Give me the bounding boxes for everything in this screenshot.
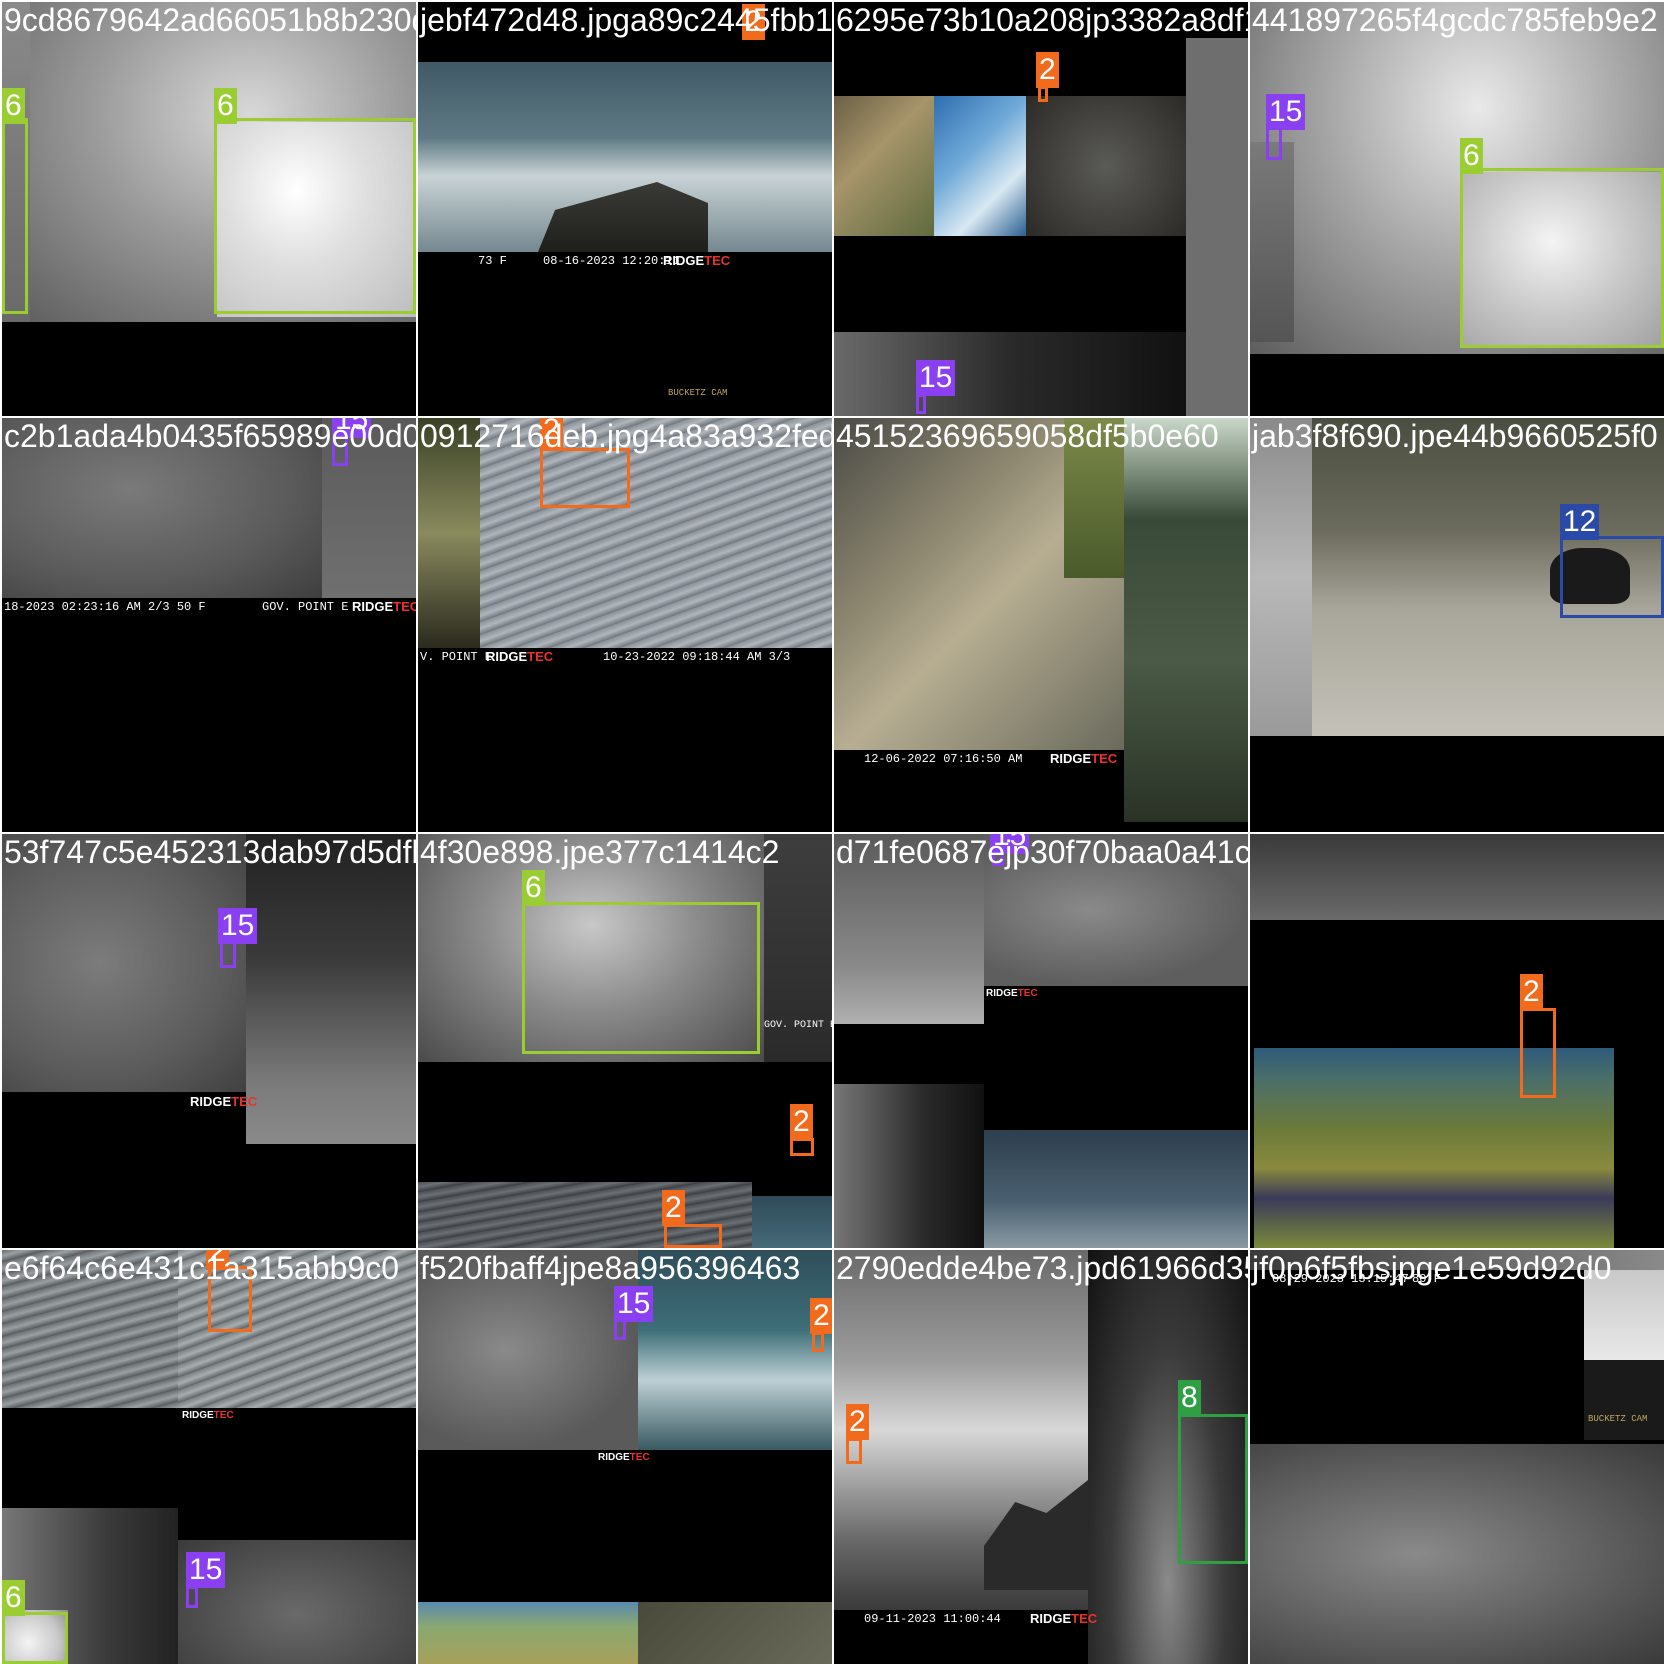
bbox-class-6 [1460,168,1664,348]
bbox-label: 6 [522,870,545,906]
bbox-label: 2 [1036,52,1059,88]
bbox-label: 6 [2,1580,25,1616]
bbox-class-12 [1560,536,1664,618]
bbox-label: 15 [916,360,956,396]
bbox-label: 2 [790,1104,813,1140]
bbox-label: 12 [1560,504,1600,540]
camera-timestamp: 10-23-2022 09:18:44 AM 3/3 [603,650,791,664]
bbox-label: 15 [990,834,1030,854]
image-filename: 6295e73b10a208jp3382a8df1e [836,2,1248,38]
bbox-class-8 [1178,1414,1248,1564]
bbox-class-15 [186,1586,198,1608]
bbox-class-2 [1520,1008,1556,1098]
bbox-class-2 [790,1138,814,1156]
bbox-class-6 [2,118,28,314]
mosaic-tile-2: 08-16-2023 12:20:11 73 F RIDGETEC BUCKET… [418,2,832,416]
mosaic-tile-11: RIDGETEC 15 d71fe0687ejp30f70baa0a41c [834,834,1248,1248]
mosaic-tile-5: 18-2023 02:23:16 AM 2/3 50 F GOV. POINT … [2,418,416,832]
bbox-label: 6 [1460,138,1483,174]
mosaic-tile-7: 12-06-2022 07:16:50 AM RIDGETEC 45152369… [834,418,1248,832]
bbox-label: 6 [214,88,237,124]
bbox-label: 15 [218,908,258,944]
bucketz-logo: BUCKETZ CAM [668,388,728,398]
mosaic-tile-14: RIDGETEC 15 2 f520fbaff4jpe8a956396463 [418,1250,832,1664]
ridgetec-logo: RIDGETEC [182,1410,234,1421]
bbox-class-2 [208,1266,252,1332]
ridgetec-logo: RIDGETEC [986,988,1038,999]
bbox-label: 2 [662,1190,685,1226]
bbox-label: 2 [1520,974,1543,1010]
bbox-label: 15 [186,1552,226,1588]
mosaic-tile-9: RIDGETEC 15 53f747c5e452313dab97d5dfb20f… [2,834,416,1248]
bbox-label: 2 [206,1250,229,1270]
camera-location: GOV. POINT E [262,600,349,614]
camera-temperature: 80 F [1412,1272,1441,1286]
camera-timestamp: 08-29-2023 13:15:47 [1272,1272,1409,1286]
image-filename: jebf472d48.jpga89c2445fbb1 [420,2,832,38]
mosaic-tile-13: RIDGETEC 2 6 15 e6f64c6e431c1a315abb9c0 [2,1250,416,1664]
bbox-class-15 [916,394,926,414]
ridgetec-logo: RIDGETEC [598,1452,650,1463]
bbox-class-2 [664,1224,722,1248]
bbox-label: 2 [742,4,765,40]
bbox-class-2 [1038,86,1048,102]
bucketz-logo: BUCKETZ CAM [1588,1414,1648,1424]
bbox-label: 2 [846,1404,869,1440]
bbox-class-6 [2,1612,68,1664]
camera-temperature: 73 F [478,254,507,268]
ridgetec-logo: RIDGETEC [486,649,554,664]
ridgetec-logo: RIDGETEC [663,253,731,268]
bbox-class-2 [846,1438,862,1464]
camera-location: V. POINT E [420,650,493,664]
bbox-class-2 [812,1332,824,1352]
camera-timestamp: 09-11-2023 11:00:44 [864,1612,1001,1626]
mosaic-tile-8: 12 jab3f8f690.jpe44b9660525f0 [1250,418,1664,832]
bbox-label: 2 [810,1298,832,1334]
mosaic-tile-3: 2 15 6295e73b10a208jp3382a8df1e [834,2,1248,416]
ridgetec-logo: RIDGETEC [1030,1611,1098,1626]
mosaic-tile-4: 15 6 441897265f4gcdc785feb9e2 [1250,2,1664,416]
mosaic-tile-6: V. POINT E RIDGETEC 10-23-2022 09:18:44 … [418,418,832,832]
detection-mosaic: 6 6 9cd8679642ad66051b8b230d6bf7223483 0… [0,0,1664,1664]
camera-location: GOV. POINT E [764,1020,832,1031]
mosaic-tile-12: 2 [1250,834,1664,1248]
ridgetec-logo: RIDGETEC [1050,751,1118,766]
camera-timestamp: 12-06-2022 07:16:50 AM [864,752,1023,766]
camera-timestamp: 08-16-2023 12:20:11 [543,254,680,268]
camera-timestamp: 18-2023 02:23:16 AM 2/3 50 F [4,600,206,614]
bbox-label: 2 [540,418,563,448]
bbox-class-6 [214,118,416,314]
ridgetec-logo: RIDGETEC [352,599,416,614]
bbox-label: 6 [2,88,25,124]
bbox-label: 15 [1266,94,1306,130]
mosaic-tile-15: 09-11-2023 11:00:44 RIDGETEC 2 8 2790edd… [834,1250,1248,1664]
mosaic-tile-10: GOV. POINT E 6 2 2 4f30e898.jpe377c1414c… [418,834,832,1248]
mosaic-tile-1: 6 6 9cd8679642ad66051b8b230d6bf7223483 [2,2,416,416]
bbox-class-6 [522,902,760,1054]
mosaic-tile-16: 08-29-2023 13:15:47 80 F BUCKETZ CAM jf0… [1250,1250,1664,1664]
ridgetec-logo: RIDGETEC [190,1094,258,1109]
bbox-label: 15 [332,418,372,438]
bbox-label: 8 [1178,1380,1201,1416]
bbox-class-2 [540,448,630,508]
bbox-label: 15 [614,1286,654,1322]
